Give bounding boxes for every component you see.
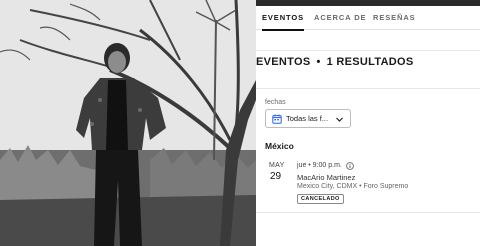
results-count: 1 RESULTADOS bbox=[326, 56, 414, 68]
country-heading: México bbox=[265, 141, 294, 151]
date-filter-label: fechas bbox=[265, 99, 286, 106]
results-separator: • bbox=[316, 56, 321, 68]
section-divider bbox=[256, 88, 480, 89]
events-panel: EVENTOS ACERCA DE RESEÑAS EVENTOS • 1 RESU… bbox=[256, 0, 480, 246]
results-title: EVENTOS bbox=[256, 56, 311, 68]
artist-photo-illustration bbox=[0, 0, 256, 246]
results-heading: EVENTOS • 1 RESULTADOS bbox=[256, 56, 414, 70]
date-filter-select[interactable]: Todas las f... bbox=[265, 109, 351, 128]
event-venue: Mexico City, CDMX • Foro Supremo bbox=[297, 183, 409, 190]
calendar-icon bbox=[272, 114, 282, 124]
artist-photo bbox=[0, 0, 256, 246]
tab-acerca-de[interactable]: ACERCA DE bbox=[314, 6, 366, 30]
status-badge: CANCELADO bbox=[297, 194, 344, 204]
tab-bar: EVENTOS ACERCA DE RESEÑAS bbox=[256, 6, 480, 31]
event-day: 29 bbox=[270, 171, 282, 182]
event-month: MAY bbox=[269, 162, 285, 169]
event-name[interactable]: MacArio Martinez bbox=[297, 173, 355, 182]
section-divider bbox=[256, 212, 480, 213]
section-divider bbox=[256, 50, 480, 51]
tab-resenas[interactable]: RESEÑAS bbox=[373, 6, 416, 30]
info-icon[interactable] bbox=[346, 162, 354, 170]
date-filter-value: Todas las f... bbox=[286, 114, 329, 123]
event-time: jue • 9:00 p.m. bbox=[297, 162, 342, 169]
tab-eventos[interactable]: EVENTOS bbox=[262, 6, 305, 31]
chevron-down-icon bbox=[336, 117, 343, 122]
